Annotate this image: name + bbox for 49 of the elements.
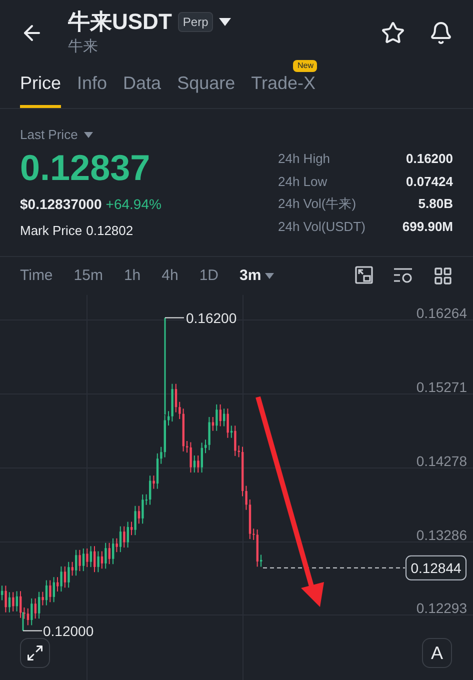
tab[interactable]: Data [123,62,162,108]
price-change: +64.94% [106,194,162,214]
usd-price: $0.12837000 [20,194,102,214]
indicator-settings-icon[interactable] [393,266,413,284]
chart-type-icon[interactable] [355,266,373,284]
fullscreen-button[interactable] [20,638,50,668]
expand-icon [26,644,44,662]
high-price-label: 0.16200 [186,310,237,326]
interval-tab[interactable]: Time [20,264,53,288]
tab[interactable]: Square [177,62,236,108]
stat-label: 24h Vol(USDT) [278,218,366,236]
mark-price-value: 0.12802 [86,222,134,240]
stat-label: 24h Low [278,172,328,190]
interval-tab[interactable]: 15m [74,264,103,288]
last-price-label: Last Price [20,126,78,144]
tab[interactable]: Info [77,62,108,108]
axis-label: 0.15271 [416,379,467,395]
mark-price-label: Mark Price [20,222,82,240]
auto-scale-button[interactable]: A [422,638,452,668]
axis-label: 0.16264 [416,305,467,321]
candle-wick [22,612,24,631]
stat-value: 699.90M [402,218,453,236]
stat-value: 0.07424 [406,172,453,190]
interval-tab[interactable]: 4h [162,264,178,288]
caret-icon[interactable] [219,18,232,26]
tab[interactable]: Price [20,62,62,108]
interval-tab[interactable]: 1h [124,264,141,288]
stat-value: 0.16200 [406,150,453,168]
interval-tab[interactable]: 3m [240,264,274,288]
stat-label: 24h Vol(牛来) [278,195,356,213]
leader-line [164,317,184,318]
star-icon[interactable] [381,21,405,45]
candle [260,554,262,568]
pair-subtitle: 牛来 [68,36,99,56]
axis-label: 0.13286 [416,527,467,543]
pair-title: 牛来USDT [68,8,172,36]
contract-type-badge: Perp [178,12,214,32]
axis-label: 0.12293 [416,600,467,616]
low-price-label: 0.12000 [43,622,94,639]
stat-value: 5.80B [418,195,453,213]
new-badge: New [293,60,318,72]
leader-line [22,630,42,632]
last-price: 0.12837 [20,146,152,190]
current-price-tag: 0.12844 [406,555,466,580]
bell-icon[interactable] [429,21,453,45]
stat-label: 24h High [278,150,330,168]
interval-tab[interactable]: 1D [199,264,219,288]
axis-label: 0.14278 [416,453,467,469]
grid-icon[interactable] [433,266,453,286]
